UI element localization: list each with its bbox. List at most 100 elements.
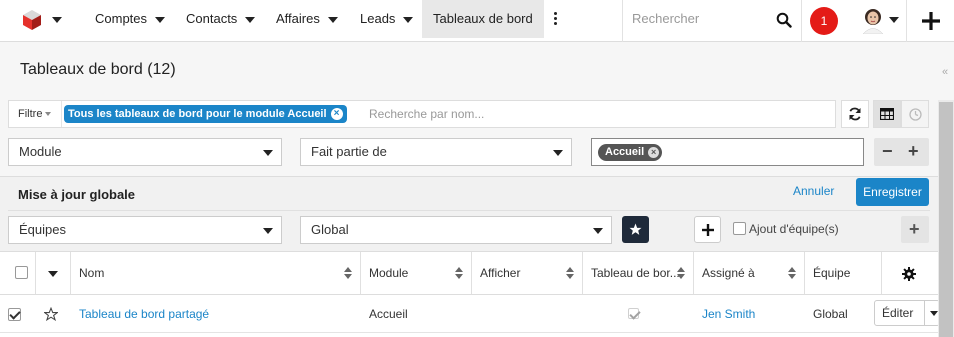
sort-icon[interactable] (566, 267, 574, 279)
team-cell: Global (813, 307, 848, 321)
global-search-input[interactable] (632, 11, 767, 26)
row-divider (0, 332, 938, 333)
chevron-down-icon[interactable] (245, 16, 256, 23)
chevron-down-icon[interactable] (403, 16, 414, 23)
cancel-link[interactable]: Annuler (793, 184, 834, 198)
search-icon[interactable] (776, 12, 792, 28)
remove-filter-row-icon[interactable]: − (882, 142, 893, 160)
add-team-button[interactable] (694, 216, 721, 243)
append-team-checkbox[interactable] (733, 222, 746, 236)
save-button[interactable]: Enregistrer (856, 178, 929, 206)
filter-field-value: Module (19, 144, 62, 159)
filter-value-tag-label: Accueil (605, 146, 645, 158)
add-filter-row-icon[interactable]: + (908, 142, 919, 160)
quick-create-button[interactable] (906, 0, 954, 42)
filter-field-select[interactable]: Module (8, 138, 282, 166)
chevron-down-icon[interactable] (155, 16, 166, 23)
chevron-down-icon[interactable] (48, 271, 58, 277)
plus-icon: + (909, 219, 920, 239)
afficher-cell (472, 296, 480, 332)
remove-tag-icon[interactable]: × (648, 147, 660, 158)
filter-operator-select[interactable]: Fait partie de (300, 138, 572, 166)
name-search-input[interactable] (369, 107, 669, 121)
dashboard-name-link[interactable]: Tableau de bord partagé (71, 296, 209, 332)
team-select-value: Global (311, 222, 349, 237)
filter-value-field[interactable]: Accueil × (591, 138, 864, 166)
row-select-cell (8, 296, 21, 332)
column-header-module[interactable]: Module (361, 252, 472, 295)
mass-actions-menu[interactable] (36, 252, 71, 295)
tab-contacts[interactable]: Contacts (186, 0, 256, 38)
column-header-equipe[interactable]: Équipe (805, 252, 882, 295)
activity-stream-button[interactable] (901, 100, 929, 128)
row-checkbox[interactable] (8, 308, 21, 322)
row-actions-caret-icon[interactable] (930, 311, 938, 316)
chevron-down-icon[interactable] (327, 16, 338, 23)
scrollbar-thumb[interactable] (939, 102, 953, 337)
column-label: Équipe (813, 266, 851, 280)
tab-label: Comptes (95, 11, 148, 26)
dashboard-cell (583, 296, 694, 332)
column-header-tableau-de-bord[interactable]: Tableau de bor... (583, 252, 694, 295)
tab-label: Affaires (276, 11, 320, 26)
refresh-button[interactable] (841, 100, 869, 128)
column-header-assigne[interactable]: Assigné à (694, 252, 805, 295)
tab-affaires[interactable]: Affaires (276, 0, 338, 38)
sort-icon[interactable] (455, 267, 463, 279)
remove-filter-icon[interactable]: × (330, 108, 343, 120)
filter-row-controls: − + (874, 138, 929, 166)
column-label: Tableau de bor... (591, 266, 680, 280)
chevron-down-icon (45, 112, 52, 117)
add-mass-update-field-button[interactable]: + (901, 216, 929, 243)
append-team-option: Ajout d'équipe(s) (733, 222, 839, 236)
primary-team-button[interactable] (622, 216, 649, 243)
logo-menu-caret-icon[interactable] (52, 17, 62, 23)
filter-bar: Filtre Tous les tableaux de bord pour le… (8, 100, 836, 128)
filter-dropdown-button[interactable]: Filtre (9, 101, 62, 127)
notification-badge[interactable]: 1 (810, 7, 838, 35)
module-cell: Accueil (369, 307, 408, 321)
user-avatar[interactable] (860, 6, 886, 34)
favorite-star-icon[interactable] (44, 307, 58, 321)
plus-icon (701, 223, 714, 236)
tab-comptes[interactable]: Comptes (95, 0, 166, 38)
global-search (622, 0, 802, 42)
sort-icon[interactable] (344, 267, 352, 279)
table-grid-icon (880, 108, 894, 120)
active-filter-pill[interactable]: Tous les tableaux de bord pour le module… (64, 105, 347, 123)
edit-button[interactable]: Éditer (874, 300, 940, 326)
column-settings-cell (882, 252, 938, 295)
append-team-label: Ajout d'équipe(s) (749, 222, 839, 236)
column-header-afficher[interactable]: Afficher (472, 252, 583, 295)
select-all-cell (0, 252, 36, 295)
sort-icon[interactable] (677, 267, 685, 279)
user-menu-caret-icon[interactable] (889, 17, 899, 23)
column-label: Assigné à (702, 266, 755, 280)
collapse-sidebar-icon[interactable]: « (942, 66, 948, 78)
more-tabs-kebab-icon[interactable] (554, 12, 558, 26)
team-select[interactable]: Global (300, 216, 612, 244)
assigned-user-link[interactable]: Jen Smith (694, 296, 755, 332)
sort-icon[interactable] (788, 267, 796, 279)
column-label: Afficher (480, 266, 521, 280)
refresh-icon (849, 107, 861, 121)
select-all-checkbox[interactable] (15, 266, 28, 279)
dashboard-checkbox (628, 308, 639, 319)
clock-icon (908, 107, 922, 121)
gear-icon[interactable] (902, 267, 916, 281)
chevron-down-icon (263, 228, 273, 234)
tab-leads[interactable]: Leads (360, 0, 414, 38)
chevron-down-icon (263, 150, 273, 156)
filter-operator-value: Fait partie de (311, 144, 387, 159)
edit-split-divider (924, 301, 925, 325)
filter-label: Filtre (18, 108, 43, 120)
mass-update-title: Mise à jour globale (18, 187, 136, 202)
tab-label: Leads (360, 11, 396, 26)
chevron-down-icon (593, 228, 603, 234)
cube-logo-icon[interactable] (22, 9, 42, 31)
table-view-button[interactable] (873, 100, 901, 128)
column-header-nom[interactable]: Nom (71, 252, 361, 295)
mass-update-field-select[interactable]: Équipes (8, 216, 282, 244)
tab-tableaux-de-bord[interactable]: Tableaux de bord (422, 0, 544, 38)
mass-update-divider (8, 210, 930, 211)
